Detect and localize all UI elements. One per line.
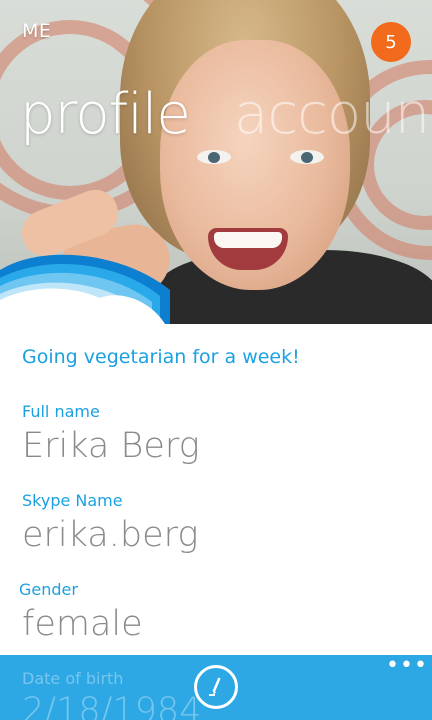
edit-button[interactable]: [194, 665, 238, 709]
edit-pencil-icon: [209, 677, 221, 696]
full-name-value: Erika Berg: [22, 426, 200, 466]
gender-label: Gender: [19, 580, 78, 599]
more-dots-icon[interactable]: •••: [386, 655, 428, 677]
full-name-label: Full name: [22, 402, 100, 421]
section-title: ME: [22, 20, 52, 42]
date-of-birth-value: 2/18/1984: [22, 691, 202, 720]
pivot-tab-profile[interactable]: profile: [20, 82, 191, 147]
application-bar: Date of birth 2/18/1984 •••: [0, 655, 432, 720]
left-eye: [197, 150, 231, 164]
date-of-birth-label: Date of birth: [22, 669, 124, 688]
profile-header-photo: ME 5 profile accoun: [0, 0, 432, 324]
gender-value: female: [22, 604, 143, 644]
skype-name-value: erika.berg: [22, 515, 199, 555]
mood-message[interactable]: Going vegetarian for a week!: [22, 346, 300, 368]
pivot-tab-account[interactable]: accoun: [234, 82, 430, 147]
teeth: [214, 232, 282, 248]
right-eye: [290, 150, 324, 164]
notification-badge[interactable]: 5: [371, 22, 411, 62]
skype-cloud-graphic: [0, 254, 170, 324]
skype-name-label: Skype Name: [22, 491, 123, 510]
